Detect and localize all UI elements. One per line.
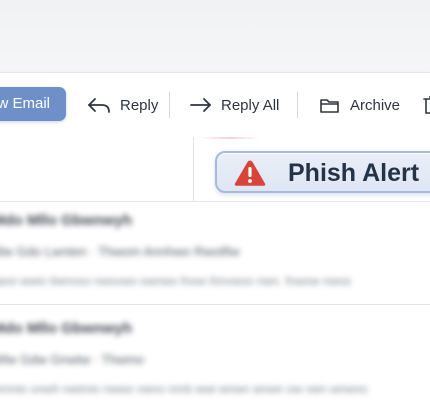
message-subject: Blw Gdo Lwnten · Thwom Annhwo Rwotfiw bbox=[0, 244, 240, 259]
warning-triangle-icon bbox=[233, 158, 267, 193]
reply-label: Reply bbox=[120, 96, 159, 114]
reply-icon bbox=[86, 95, 112, 115]
message-sender: Mdo Mllo Gbwnwyh bbox=[0, 212, 132, 229]
toolbar-separator bbox=[169, 92, 170, 118]
message-list bbox=[0, 202, 430, 400]
forward-arrow-icon bbox=[189, 95, 213, 115]
decorative-highlight bbox=[200, 137, 260, 139]
archive-button[interactable]: Archive bbox=[318, 91, 400, 119]
message-subject: Wlw Gdw Gnwtw · Thwmo bbox=[0, 352, 145, 367]
reply-all-button[interactable]: Reply All bbox=[189, 91, 279, 119]
reply-all-label: Reply All bbox=[221, 96, 280, 114]
message-preview: wmnto onwh nwimio nwws vwno nnrb wwi wnw… bbox=[0, 382, 368, 396]
message-preview: qwoi wwio tiwnoso nwsvwo ownwo fnow ihnv… bbox=[0, 274, 351, 288]
delete-button[interactable] bbox=[422, 91, 430, 119]
phish-alert-label: Phish Alert bbox=[288, 159, 420, 187]
row-divider bbox=[0, 304, 430, 305]
toolbar: New Email Reply Reply All bbox=[0, 72, 430, 138]
toolbar-separator bbox=[297, 92, 298, 118]
mail-client-window: New Email Reply Reply All bbox=[0, 0, 430, 400]
trash-icon bbox=[422, 94, 430, 116]
new-email-button[interactable]: New Email bbox=[0, 87, 66, 121]
archive-folder-icon bbox=[318, 95, 342, 115]
message-sender: Mdo Mllo Gbwnwyh bbox=[0, 320, 132, 337]
archive-label: Archive bbox=[350, 96, 401, 114]
phish-alert-button[interactable]: Phish Alert bbox=[215, 151, 430, 193]
reply-button[interactable]: Reply bbox=[86, 91, 158, 119]
pane-divider bbox=[193, 137, 194, 201]
